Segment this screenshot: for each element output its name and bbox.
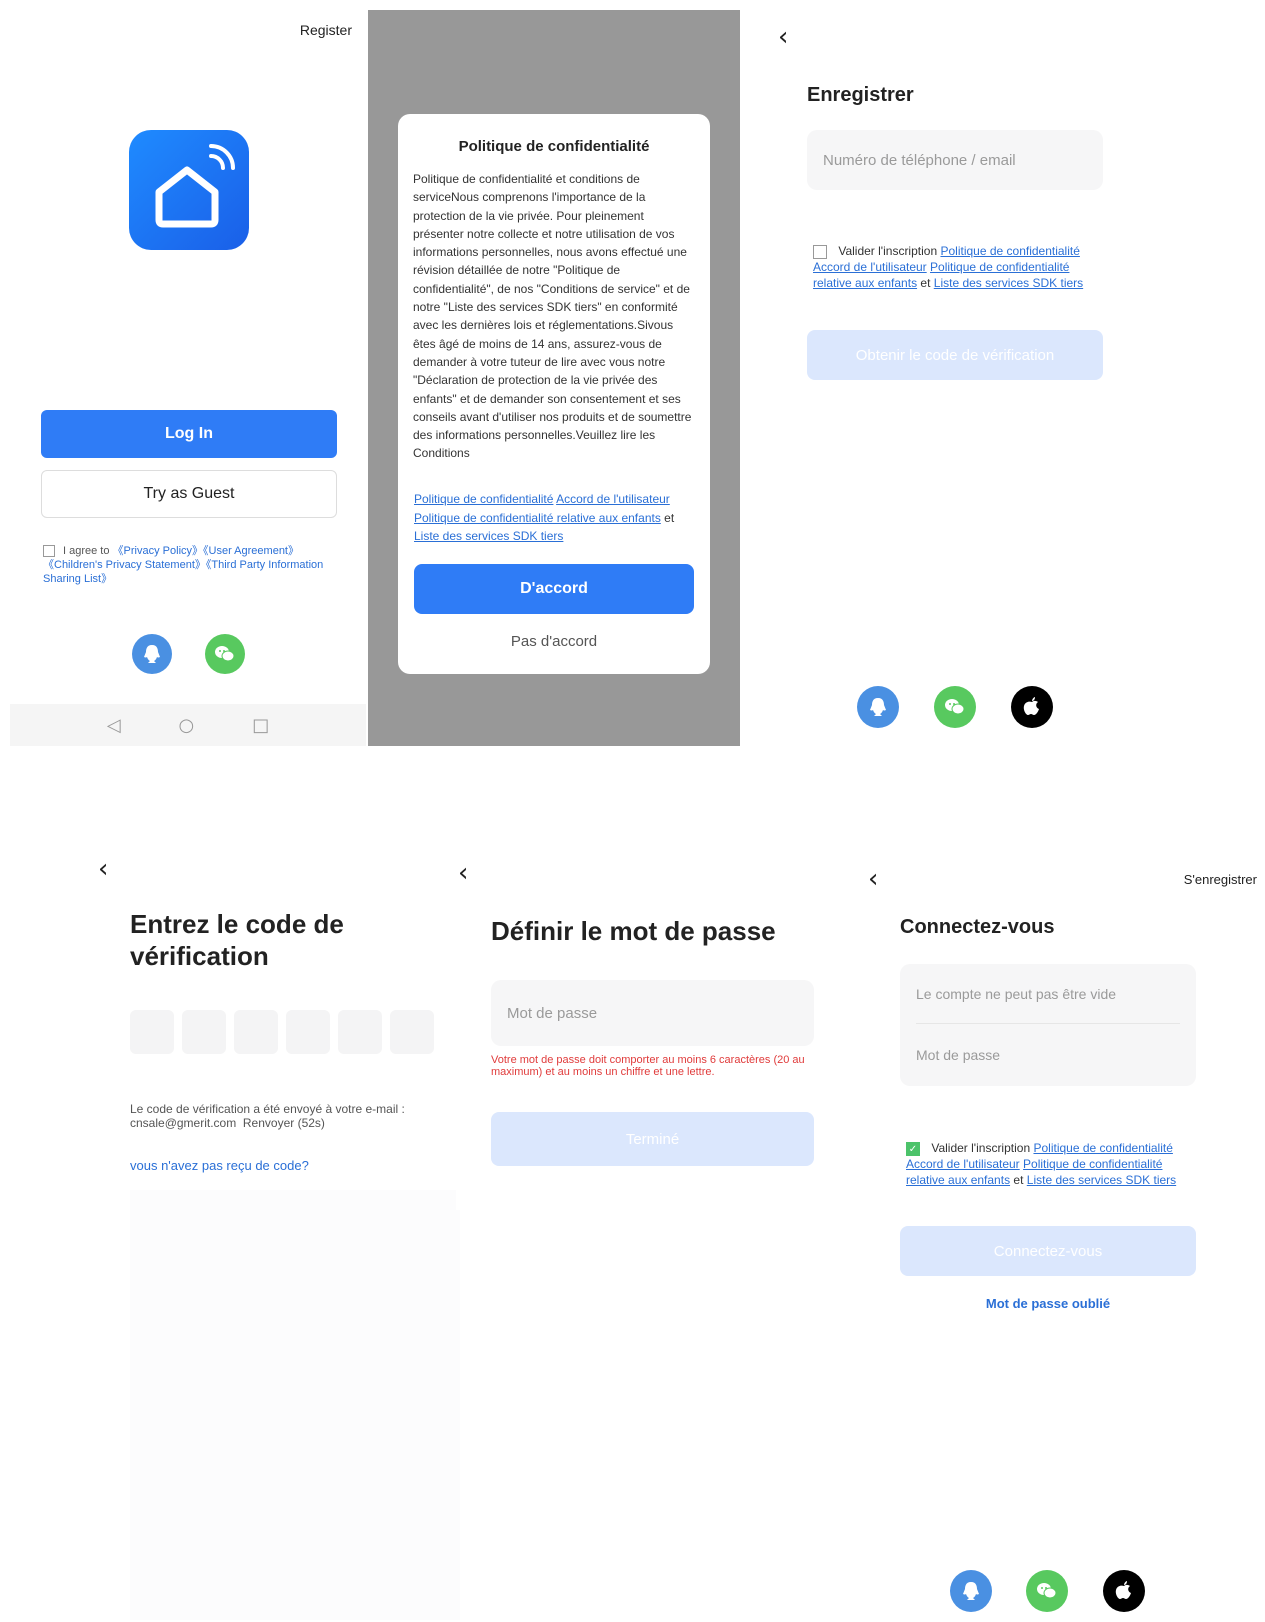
nav-back-icon[interactable]: ◁: [107, 715, 121, 736]
user-agreement-link[interactable]: Accord de l'utilisateur: [813, 260, 927, 274]
apple-icon[interactable]: [1103, 1570, 1145, 1612]
page-title: Entrez le code de vérification: [130, 909, 344, 971]
back-arrow-icon[interactable]: ‹: [778, 24, 788, 50]
privacy-dialog: Politique de confidentialité Politique d…: [398, 114, 710, 674]
done-button[interactable]: Terminé: [491, 1112, 814, 1166]
login-screen: Register Log In Try as Guest I agree to …: [10, 10, 366, 746]
code-box[interactable]: [390, 1010, 434, 1054]
and-text: et: [664, 510, 675, 525]
back-arrow-icon[interactable]: ‹: [458, 860, 468, 886]
login-fr-screen: ‹ S'enregistrer Connectez-vous Le compte…: [860, 860, 1260, 1620]
privacy-modal-screen: Politique de confidentialité Politique d…: [368, 10, 740, 746]
consent-row: Valider l'inscription Politique de confi…: [813, 243, 1103, 291]
privacy-policy-link[interactable]: Politique de confidentialité: [414, 492, 553, 506]
sdk-list-link[interactable]: Liste des services SDK tiers: [414, 529, 563, 543]
apple-icon[interactable]: [1011, 686, 1053, 728]
page-title: Connectez-vous: [900, 916, 1055, 938]
agree-prefix: I agree to: [63, 545, 110, 557]
children-privacy-link[interactable]: Politique de confidentialité relative au…: [414, 511, 661, 525]
keyboard-area: [130, 1190, 460, 1620]
consent-prefix: Valider l'inscription: [838, 244, 938, 258]
page-title: Définir le mot de passe: [491, 916, 776, 946]
back-arrow-icon[interactable]: ‹: [98, 856, 108, 882]
credentials-box: Le compte ne peut pas être vide Mot de p…: [900, 964, 1196, 1086]
resend-countdown[interactable]: Renvoyer (52s): [243, 1116, 325, 1130]
wechat-icon[interactable]: [1026, 1570, 1068, 1612]
and-text: et: [920, 276, 931, 290]
code-sent-info: Le code de vérification a été envoyé à v…: [130, 1102, 420, 1130]
no-code-link[interactable]: vous n'avez pas reçu de code?: [130, 1158, 309, 1173]
password-error: Votre mot de passe doit comporter au moi…: [491, 1054, 805, 1078]
consent-checkbox-checked[interactable]: ✓: [906, 1141, 920, 1156]
privacy-body: Politique de confidentialité et conditio…: [413, 172, 692, 461]
user-agreement-link[interactable]: Accord de l'utilisateur: [906, 1157, 1020, 1171]
qq-icon[interactable]: [857, 686, 899, 728]
register-link[interactable]: Register: [300, 22, 352, 38]
qq-icon[interactable]: [132, 634, 172, 674]
privacy-links: Politique de confidentialité Accord de l…: [414, 490, 696, 546]
login-button[interactable]: Log In: [41, 410, 337, 458]
wechat-icon[interactable]: [934, 686, 976, 728]
agree-checkbox[interactable]: [43, 545, 55, 558]
consent-checkbox[interactable]: [813, 244, 827, 259]
code-box[interactable]: [182, 1010, 226, 1054]
code-box[interactable]: [338, 1010, 382, 1054]
code-input-boxes[interactable]: [130, 1010, 434, 1054]
code-box[interactable]: [286, 1010, 330, 1054]
decline-button[interactable]: Pas d'accord: [414, 624, 694, 660]
wechat-icon[interactable]: [205, 634, 245, 674]
back-arrow-icon[interactable]: ‹: [868, 866, 878, 892]
forgot-password-link[interactable]: Mot de passe oublié: [900, 1296, 1196, 1311]
verification-screen: ‹ Entrez le code de vérification Le code…: [90, 850, 460, 1620]
page-title: Enregistrer: [807, 84, 914, 106]
get-code-button[interactable]: Obtenir le code de vérification: [807, 330, 1103, 380]
register-link[interactable]: S'enregistrer: [1184, 872, 1257, 887]
sdk-list-link[interactable]: Liste des services SDK tiers: [934, 276, 1083, 290]
privacy-policy-link[interactable]: Politique de confidentialité: [1033, 1141, 1172, 1155]
code-box[interactable]: [234, 1010, 278, 1054]
agree-row: I agree to 《Privacy Policy》《User Agreeme…: [43, 544, 333, 586]
app-home-icon: [129, 130, 249, 250]
phone-email-field[interactable]: Numéro de téléphone / email: [807, 130, 1103, 190]
sdk-list-link[interactable]: Liste des services SDK tiers: [1027, 1173, 1176, 1187]
consent-row: ✓ Valider l'inscription Politique de con…: [906, 1140, 1196, 1188]
guest-button[interactable]: Try as Guest: [41, 470, 337, 518]
code-box[interactable]: [130, 1010, 174, 1054]
password-field[interactable]: Mot de passe: [916, 1025, 1180, 1085]
login-button[interactable]: Connectez-vous: [900, 1226, 1196, 1276]
privacy-title: Politique de confidentialité: [458, 138, 650, 155]
account-field[interactable]: Le compte ne peut pas être vide: [916, 964, 1180, 1024]
register-screen: ‹ Enregistrer Numéro de téléphone / emai…: [760, 10, 1140, 746]
nav-home-icon[interactable]: ○: [179, 715, 195, 736]
nav-recent-icon[interactable]: □: [252, 715, 269, 736]
privacy-policy-link[interactable]: Politique de confidentialité: [940, 244, 1079, 258]
set-password-screen: ‹ Définir le mot de passe Mot de passe V…: [456, 850, 826, 1210]
password-field[interactable]: Mot de passe: [491, 980, 814, 1046]
accept-button[interactable]: D'accord: [414, 564, 694, 614]
and-text: et: [1013, 1173, 1024, 1187]
user-agreement-link[interactable]: Accord de l'utilisateur: [556, 492, 670, 506]
android-nav-bar: ◁ ○ □: [10, 704, 366, 746]
consent-prefix: Valider l'inscription: [931, 1141, 1031, 1155]
qq-icon[interactable]: [950, 1570, 992, 1612]
